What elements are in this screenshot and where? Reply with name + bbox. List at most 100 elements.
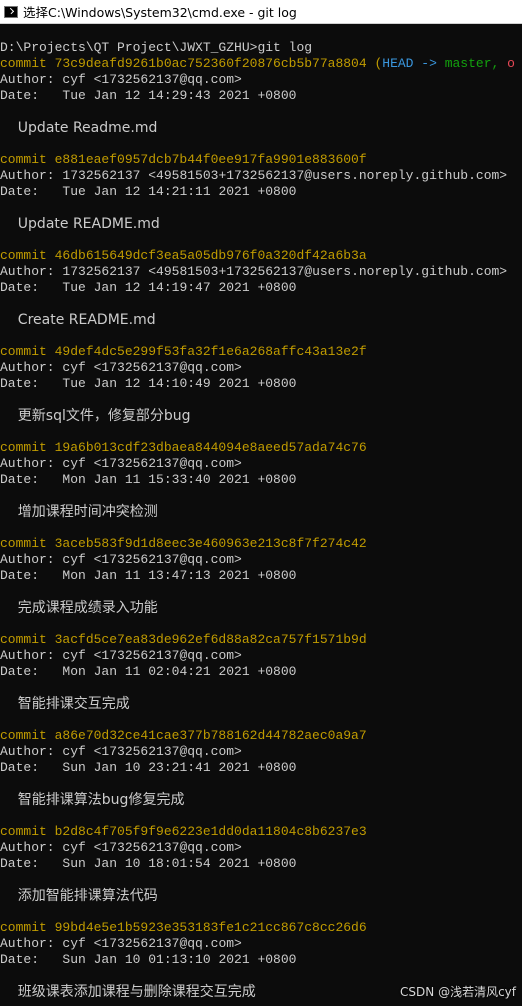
title-bar[interactable]: 选择C:\Windows\System32\cmd.exe - git log <box>0 0 522 24</box>
commit-list: Author: cyf <1732562137@qq.com> Date: Tue… <box>0 72 522 1006</box>
commit-hash-line: commit 46db615649dcf3ea5a05db976f0a320df… <box>0 248 367 263</box>
origin-ref: o <box>507 56 515 71</box>
date-label: Date: <box>0 856 63 871</box>
commit-message: 增加课程时间冲突检测 <box>0 504 158 520</box>
author-line: Author: cyf <1732562137@qq.com> <box>0 456 522 472</box>
commit-hash-line: commit 99bd4e5e1b5923e353183fe1c21cc867c… <box>0 920 367 935</box>
author-line: Author: cyf <1732562137@qq.com> <box>0 552 522 568</box>
author-line: Author: cyf <1732562137@qq.com> <box>0 840 522 856</box>
date-value: Tue Jan 12 14:29:43 2021 +0800 <box>62 88 297 103</box>
date-label: Date: <box>0 376 63 391</box>
date-value: Mon Jan 11 15:33:40 2021 +0800 <box>62 472 297 487</box>
date-label: Date: <box>0 472 63 487</box>
author-value: cyf <1732562137@qq.com> <box>62 840 242 855</box>
head-ref: HEAD -> <box>382 56 445 71</box>
author-value: cyf <1732562137@qq.com> <box>62 936 242 951</box>
date-label: Date: <box>0 280 63 295</box>
author-label: Author: <box>0 264 63 279</box>
date-value: Mon Jan 11 02:04:21 2021 +0800 <box>62 664 297 679</box>
cmd-window: 选择C:\Windows\System32\cmd.exe - git log … <box>0 0 522 1006</box>
commit-message: 更新sql文件，修复部分bug <box>0 408 191 424</box>
console-output[interactable]: D:\Projects\QT Project\JWXT_GZHU>git log… <box>0 40 522 1006</box>
commit-message: Create README.md <box>0 312 156 328</box>
author-label: Author: <box>0 360 63 375</box>
date-line: Date: Mon Jan 11 02:04:21 2021 +0800 <box>0 664 522 680</box>
watermark: CSDN @浅若清风cyf <box>400 985 516 999</box>
author-label: Author: <box>0 456 63 471</box>
author-label: Author: <box>0 552 63 567</box>
author-label: Author: <box>0 648 63 663</box>
date-line: Date: Mon Jan 11 15:33:40 2021 +0800 <box>0 472 522 488</box>
author-value: cyf <1732562137@qq.com> <box>62 744 242 759</box>
commit-message: Update README.md <box>0 216 160 232</box>
commit-hash-line: commit a86e70d32ce41cae377b788162d44782a… <box>0 728 367 743</box>
date-line: Date: Tue Jan 12 14:10:49 2021 +0800 <box>0 376 522 392</box>
commit-hash-line: commit 3aceb583f9d1d8eec3e460963e213c8f7… <box>0 536 367 551</box>
author-label: Author: <box>0 840 63 855</box>
date-value: Sun Jan 10 23:21:41 2021 +0800 <box>62 760 297 775</box>
date-line: Date: Sun Jan 10 18:01:54 2021 +0800 <box>0 856 522 872</box>
date-label: Date: <box>0 568 63 583</box>
author-line: Author: cyf <1732562137@qq.com> <box>0 72 522 88</box>
prompt-line: D:\Projects\QT Project\JWXT_GZHU>git log <box>0 40 313 55</box>
commit-message: 添加智能排课算法代码 <box>0 888 158 904</box>
author-value: cyf <1732562137@qq.com> <box>62 552 242 567</box>
commit-hash-line: commit 19a6b013cdf23dbaea844094e8aeed57a… <box>0 440 367 455</box>
commit-hash-line: commit 3acfd5ce7ea83de962ef6d88a82ca757f… <box>0 632 367 647</box>
author-value: cyf <1732562137@qq.com> <box>62 648 242 663</box>
commit-hash: commit 73c9deafd9261b0ac752360f20876cb5b… <box>0 56 375 71</box>
date-line: Date: Sun Jan 10 23:21:41 2021 +0800 <box>0 760 522 776</box>
date-line: Date: Tue Jan 12 14:29:43 2021 +0800 <box>0 88 522 104</box>
window-title: 选择C:\Windows\System32\cmd.exe - git log <box>23 5 297 20</box>
branch-ref: master, <box>444 56 508 71</box>
date-value: Mon Jan 11 13:47:13 2021 +0800 <box>62 568 297 583</box>
author-value: 1732562137 <49581503+1732562137@users.no… <box>62 168 508 183</box>
date-value: Tue Jan 12 14:19:47 2021 +0800 <box>62 280 297 295</box>
commit-message: Update Readme.md <box>0 120 158 136</box>
date-label: Date: <box>0 760 63 775</box>
commit-message: 智能排课算法bug修复完成 <box>0 792 185 808</box>
commit-line: commit 73c9deafd9261b0ac752360f20876cb5b… <box>0 56 522 72</box>
author-line: Author: cyf <1732562137@qq.com> <box>0 936 522 952</box>
cmd-icon <box>4 5 18 18</box>
author-value: 1732562137 <49581503+1732562137@users.no… <box>62 264 508 279</box>
author-value: cyf <1732562137@qq.com> <box>62 72 242 87</box>
date-value: Tue Jan 12 14:10:49 2021 +0800 <box>62 376 297 391</box>
commit-message: 完成课程成绩录入功能 <box>0 600 158 616</box>
date-label: Date: <box>0 952 63 967</box>
author-value: cyf <1732562137@qq.com> <box>62 360 242 375</box>
date-label: Date: <box>0 184 63 199</box>
date-line: Date: Tue Jan 12 14:19:47 2021 +0800 <box>0 280 522 296</box>
author-label: Author: <box>0 168 63 183</box>
date-line: Date: Tue Jan 12 14:21:11 2021 +0800 <box>0 184 522 200</box>
author-label: Author: <box>0 744 63 759</box>
author-line: Author: cyf <1732562137@qq.com> <box>0 744 522 760</box>
author-label: Author: <box>0 72 63 87</box>
author-line: Author: cyf <1732562137@qq.com> <box>0 648 522 664</box>
date-value: Sun Jan 10 01:13:10 2021 +0800 <box>62 952 297 967</box>
commit-hash-line: commit e881eaef0957dcb7b44f0ee917fa9901e… <box>0 152 367 167</box>
commit-message: 智能排课交互完成 <box>0 696 130 712</box>
commit-hash-line: commit b2d8c4f705f9f9e6223e1dd0da11804c8… <box>0 824 367 839</box>
author-line: Author: 1732562137 <49581503+1732562137@… <box>0 168 522 184</box>
author-line: Author: 1732562137 <49581503+1732562137@… <box>0 264 522 280</box>
date-line: Date: Sun Jan 10 01:13:10 2021 +0800 <box>0 952 522 968</box>
author-value: cyf <1732562137@qq.com> <box>62 456 242 471</box>
date-value: Tue Jan 12 14:21:11 2021 +0800 <box>62 184 297 199</box>
author-label: Author: <box>0 936 63 951</box>
